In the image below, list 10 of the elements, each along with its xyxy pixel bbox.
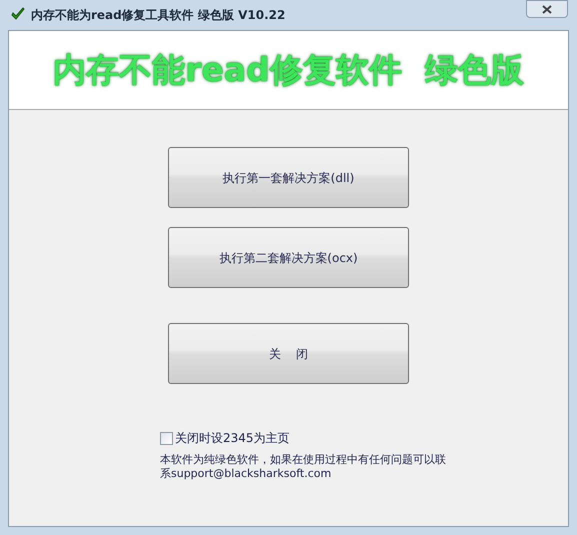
- checkbox[interactable]: [160, 432, 173, 444]
- banner-title: 内存不能read修复软件 绿色版: [53, 49, 524, 92]
- contact-note: 本软件为纯绿色软件，如果在使用过程中有任何问题可以联系support@blacksharksoft.com: [160, 453, 446, 481]
- window-title: 内存不能为read修复工具软件 绿色版 V10.22: [31, 7, 286, 24]
- action-button[interactable]: 执行第二套解决方案(ocx): [168, 227, 409, 288]
- close-button[interactable]: [526, 0, 568, 18]
- checkbox-label: 关闭时设2345为主页: [175, 430, 290, 447]
- close-icon: [542, 4, 552, 14]
- action-button[interactable]: 关 闭: [168, 323, 409, 384]
- action-button[interactable]: 执行第一套解决方案(dll): [168, 147, 409, 208]
